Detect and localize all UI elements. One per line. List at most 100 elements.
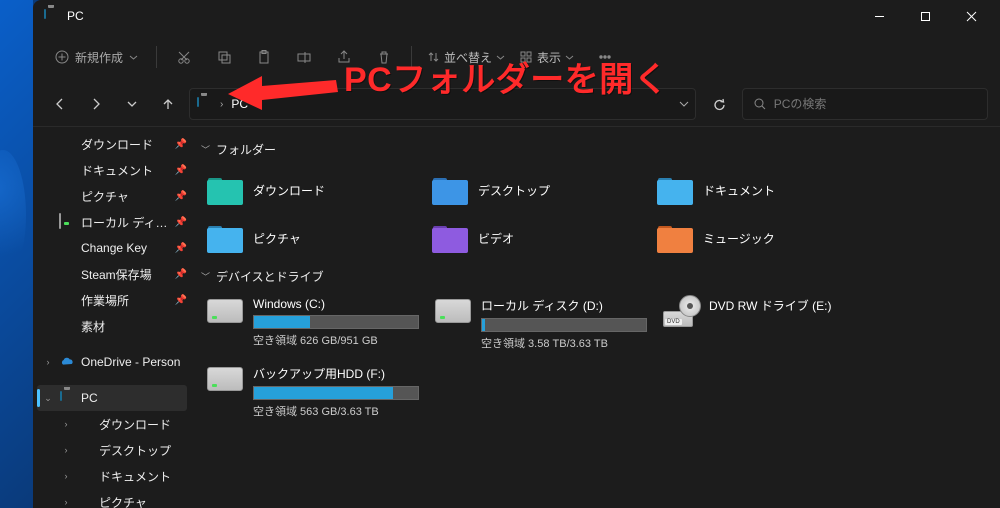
pin-icon: 📌 <box>175 165 187 176</box>
nav-pane[interactable]: ダウンロード 📌 ドキュメント 📌 ピクチャ 📌 ローカル ディスク 📌 Cha… <box>33 127 191 508</box>
titlebar: PC <box>33 0 1000 32</box>
pc-icon <box>196 96 212 112</box>
nav-item[interactable]: 作業場所 📌 <box>33 287 191 313</box>
maximize-button[interactable] <box>902 0 948 32</box>
up-button[interactable] <box>153 89 183 119</box>
copy-button[interactable] <box>205 40 243 74</box>
minimize-button[interactable] <box>856 0 902 32</box>
folder-item[interactable]: ▶ ビデオ <box>424 214 649 262</box>
drive-item[interactable]: Windows (C:) 空き領域 626 GB/951 GB <box>199 293 427 361</box>
rename-button[interactable] <box>285 40 323 74</box>
nav-item[interactable]: › ドキュメント <box>33 463 191 489</box>
nav-item[interactable]: ピクチャ 📌 <box>33 183 191 209</box>
breadcrumb-chevron-icon[interactable]: › <box>220 99 223 110</box>
nav-item[interactable]: ドキュメント 📌 <box>33 157 191 183</box>
refresh-button[interactable] <box>702 88 736 120</box>
drive-item[interactable]: ローカル ディスク (D:) 空き領域 3.58 TB/3.63 TB <box>427 293 655 361</box>
folder-item[interactable]: ♪ ミュージック <box>649 214 874 262</box>
address-row: › PC › <box>33 82 1000 126</box>
nav-label: 素材 <box>81 318 187 335</box>
folder-icon <box>59 266 75 282</box>
sort-icon <box>426 50 440 64</box>
nav-item-onedrive[interactable]: › OneDrive - Person <box>33 349 191 375</box>
drive-item[interactable]: DVD DVD RW ドライブ (E:) <box>655 293 883 361</box>
chevron-down-icon <box>565 53 574 62</box>
address-dropdown-icon[interactable] <box>679 99 689 109</box>
nav-label: PC <box>81 391 183 405</box>
nav-label: ドキュメント <box>99 468 187 485</box>
nav-label: ピクチャ <box>81 188 169 205</box>
breadcrumb-segment[interactable]: PC <box>231 97 248 111</box>
forward-button[interactable] <box>81 89 111 119</box>
nav-label: Steam保存場 <box>81 266 169 283</box>
drive-icon <box>59 214 75 230</box>
folder-icon: ▣ <box>207 220 243 256</box>
drive-name: Windows (C:) <box>253 297 419 311</box>
delete-button[interactable] <box>365 40 403 74</box>
close-button[interactable] <box>948 0 994 32</box>
paste-button[interactable] <box>245 40 283 74</box>
nav-item[interactable]: 素材 <box>33 313 191 339</box>
folder-label: ドキュメント <box>703 182 775 199</box>
chevron-right-icon: › <box>61 419 71 429</box>
back-button[interactable] <box>45 89 75 119</box>
folder-item[interactable]: ↓ ダウンロード <box>199 166 424 214</box>
new-button-label: 新規作成 <box>75 49 123 66</box>
folder-icon: ♪ <box>657 220 693 256</box>
drive-item[interactable]: バックアップ用HDD (F:) 空き領域 563 GB/3.63 TB <box>199 361 427 429</box>
drive-name: ローカル ディスク (D:) <box>481 297 647 314</box>
pin-icon: 📌 <box>175 269 187 280</box>
folder-item[interactable]: デスクトップ <box>424 166 649 214</box>
breadcrumb-chevron-icon[interactable]: › <box>256 99 259 110</box>
nav-item[interactable]: Steam保存場 📌 <box>33 261 191 287</box>
nav-item[interactable]: › デスクトップ <box>33 437 191 463</box>
folder-label: デスクトップ <box>478 182 550 199</box>
nav-item[interactable]: › ピクチャ <box>33 489 191 508</box>
group-header-drives[interactable]: ﹀ デバイスとドライブ <box>199 262 1000 293</box>
nav-item[interactable]: Change Key 📌 <box>33 235 191 261</box>
address-bar[interactable]: › PC › <box>189 88 696 120</box>
drive-icon <box>435 299 471 323</box>
folder-label: ミュージック <box>703 230 775 247</box>
window-title: PC <box>67 9 856 23</box>
more-button[interactable] <box>586 40 624 74</box>
nav-item-pc[interactable]: ⌄ PC <box>37 385 187 411</box>
folder-icon <box>59 136 75 152</box>
folder-grid: ↓ ダウンロード デスクトップ ≣ ドキュメント ▣ ピクチャ <box>199 166 1000 262</box>
pin-icon: 📌 <box>175 295 187 306</box>
chevron-down-icon: ﹀ <box>201 270 210 283</box>
nav-label: ローカル ディスク <box>81 214 169 231</box>
nav-item[interactable]: ローカル ディスク 📌 <box>33 209 191 235</box>
content-pane[interactable]: ﹀ フォルダー ↓ ダウンロード デスクトップ ≣ ドキュメント <box>191 127 1000 508</box>
group-header-folders[interactable]: ﹀ フォルダー <box>199 135 1000 166</box>
folder-icon <box>77 468 93 484</box>
view-button[interactable]: 表示 <box>513 43 580 72</box>
sort-button[interactable]: 並べ替え <box>420 43 511 72</box>
folder-item[interactable]: ▣ ピクチャ <box>199 214 424 262</box>
plus-circle-icon <box>55 50 69 64</box>
explorer-window: PC 新規作成 並べ替え 表示 <box>33 0 1000 508</box>
nav-item[interactable]: ダウンロード 📌 <box>33 131 191 157</box>
drive-icon <box>207 299 243 323</box>
folder-icon: ≣ <box>657 172 693 208</box>
share-button[interactable] <box>325 40 363 74</box>
search-icon <box>753 97 766 111</box>
folder-label: ビデオ <box>478 230 514 247</box>
folder-icon: ↓ <box>207 172 243 208</box>
nav-label: 作業場所 <box>81 292 169 309</box>
window-pc-icon <box>43 8 59 24</box>
search-box[interactable] <box>742 88 988 120</box>
pin-icon: 📌 <box>175 139 187 150</box>
folder-item[interactable]: ≣ ドキュメント <box>649 166 874 214</box>
new-button[interactable]: 新規作成 <box>45 43 148 72</box>
pin-icon: 📌 <box>175 243 187 254</box>
dvd-drive-icon: DVD <box>663 299 699 327</box>
chevron-down-icon: ﹀ <box>201 143 210 156</box>
nav-item[interactable]: › ダウンロード <box>33 411 191 437</box>
desktop-edge <box>0 0 33 508</box>
cut-button[interactable] <box>165 40 203 74</box>
folder-icon <box>77 416 93 432</box>
recent-button[interactable] <box>117 89 147 119</box>
body: ダウンロード 📌 ドキュメント 📌 ピクチャ 📌 ローカル ディスク 📌 Cha… <box>33 126 1000 508</box>
search-input[interactable] <box>774 97 977 111</box>
